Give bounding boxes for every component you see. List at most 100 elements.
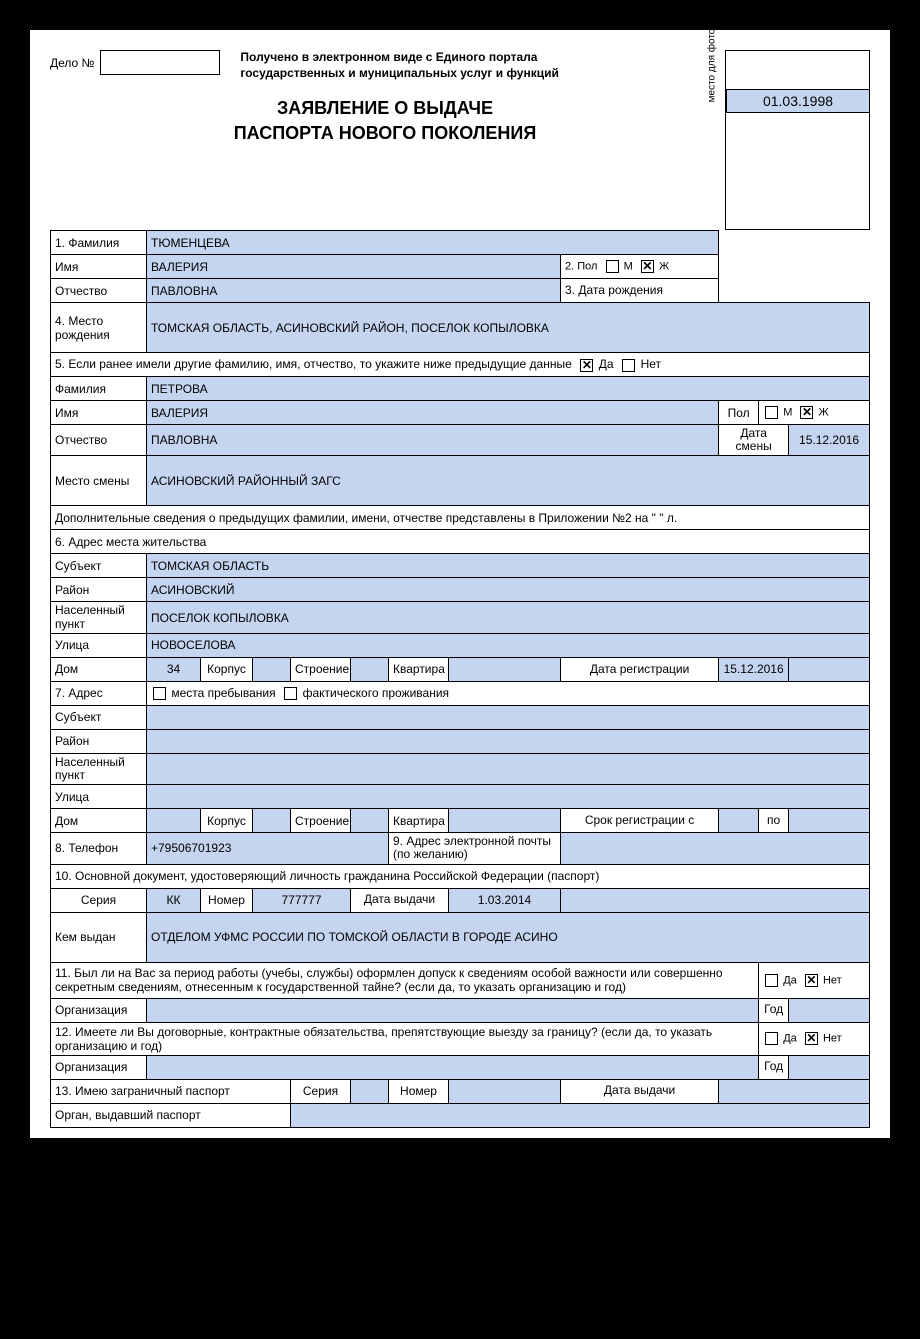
field-name[interactable]: ВАЛЕРИЯ: [147, 255, 561, 279]
label-change-place: Место смены: [51, 456, 147, 506]
field-date13[interactable]: [719, 1079, 870, 1103]
section-7-options: места пребывания фактического проживания: [147, 681, 870, 705]
field-street2[interactable]: [147, 785, 870, 809]
field-korpus[interactable]: [253, 657, 291, 681]
field-surname[interactable]: ТЮМЕНЦЕВА: [147, 231, 719, 255]
label-surname: 1. Фамилия: [51, 231, 147, 255]
checkbox-prev-yes[interactable]: [580, 359, 593, 372]
label-prev-name: Имя: [51, 401, 147, 425]
field-prev-patronymic[interactable]: ПАВЛОВНА: [147, 425, 719, 456]
section-13-header: 13. Имею заграничный паспорт: [51, 1079, 291, 1103]
field-stroenie2[interactable]: [351, 809, 389, 833]
field-house[interactable]: 34: [147, 657, 201, 681]
field-seria13[interactable]: [351, 1079, 389, 1103]
checkbox-sex-f[interactable]: [641, 260, 654, 273]
field-birthplace[interactable]: ТОМСКАЯ ОБЛАСТЬ, АСИНОВСКИЙ РАЙОН, ПОСЕЛ…: [147, 303, 870, 353]
label-email: 9. Адрес электронной почты (по желанию): [389, 833, 561, 864]
field-phone[interactable]: +79506701923: [147, 833, 389, 864]
field-change-place[interactable]: АСИНОВСКИЙ РАЙОННЫЙ ЗАГС: [147, 456, 870, 506]
checkbox-12-yes[interactable]: [765, 1032, 778, 1045]
label-seria: Серия: [51, 888, 147, 912]
field-year12[interactable]: [789, 1055, 870, 1079]
field-reg-date-extra[interactable]: [789, 657, 870, 681]
field-subject[interactable]: ТОМСКАЯ ОБЛАСТЬ: [147, 554, 870, 578]
field-locality[interactable]: ПОСЕЛОК КОПЫЛОВКА: [147, 602, 870, 633]
field-dob[interactable]: 01.03.1998: [726, 89, 870, 113]
field-reg-date[interactable]: 15.12.2016: [719, 657, 789, 681]
field-issue-extra[interactable]: [561, 888, 870, 912]
field-locality2[interactable]: [147, 753, 870, 784]
section-11-header: 11. Был ли на Вас за период работы (учеб…: [51, 962, 759, 998]
label-change-date: Дата смены: [719, 425, 789, 456]
field-rayon[interactable]: АСИНОВСКИЙ: [147, 578, 870, 602]
section-10-header: 10. Основной документ, удостоверяющий ли…: [51, 864, 870, 888]
form-table: 1. Фамилия ТЮМЕНЦЕВА Имя ВАЛЕРИЯ 2. Пол …: [50, 230, 870, 1128]
field-issuer[interactable]: ОТДЕЛОМ УФМС РОССИИ ПО ТОМСКОЙ ОБЛАСТИ В…: [147, 912, 870, 962]
field-house2[interactable]: [147, 809, 201, 833]
label-reg-period: Срок регистрации с: [561, 809, 719, 833]
checkbox-stay-addr[interactable]: [153, 687, 166, 700]
checkbox-actual-addr[interactable]: [284, 687, 297, 700]
checkbox-prev-f[interactable]: [800, 406, 813, 419]
label-stroenie: Строение: [291, 657, 351, 681]
label-locality2: Населенный пункт: [51, 753, 147, 784]
field-reg-from[interactable]: [719, 809, 759, 833]
checkbox-11-yes[interactable]: [765, 974, 778, 987]
label-reg-date: Дата регистрации: [561, 657, 719, 681]
label-dob: 3. Дата рождения: [561, 279, 719, 303]
case-number-field[interactable]: [100, 50, 220, 75]
field-subject2[interactable]: [147, 705, 870, 729]
label-street2: Улица: [51, 785, 147, 809]
label-patronymic: Отчество: [51, 279, 147, 303]
label-prev-sex: Пол: [719, 401, 759, 425]
field-prev-sex: М Ж: [759, 401, 870, 425]
section-5-header: 5. Если ранее имели другие фамилию, имя,…: [51, 353, 870, 377]
checkbox-prev-no[interactable]: [622, 359, 635, 372]
case-number-label: Дело №: [50, 56, 94, 70]
field-seria[interactable]: КК: [147, 888, 201, 912]
field-nomer13[interactable]: [449, 1079, 561, 1103]
field-kvartira2[interactable]: [449, 809, 561, 833]
field-issuing-body[interactable]: [291, 1103, 870, 1127]
label-rayon2: Район: [51, 729, 147, 753]
label-kvartira2: Квартира: [389, 809, 449, 833]
checkbox-sex-m[interactable]: [606, 260, 619, 273]
field-reg-to[interactable]: [789, 809, 870, 833]
field-year11[interactable]: [789, 998, 870, 1022]
section-7-label: 7. Адрес: [51, 681, 147, 705]
field-rayon2[interactable]: [147, 729, 870, 753]
field-nomer[interactable]: 777777: [253, 888, 351, 912]
label-prev-surname: Фамилия: [51, 377, 147, 401]
field-email[interactable]: [561, 833, 870, 864]
label-house2: Дом: [51, 809, 147, 833]
section-11-yesno: Да Нет: [759, 962, 870, 998]
field-stroenie[interactable]: [351, 657, 389, 681]
field-org12[interactable]: [147, 1055, 759, 1079]
field-korpus2[interactable]: [253, 809, 291, 833]
field-change-date[interactable]: 15.12.2016: [789, 425, 870, 456]
field-street[interactable]: НОВОСЕЛОВА: [147, 633, 870, 657]
label-po: по: [759, 809, 789, 833]
checkbox-11-no[interactable]: [805, 974, 818, 987]
label-seria13: Серия: [291, 1079, 351, 1103]
field-prev-name[interactable]: ВАЛЕРИЯ: [147, 401, 719, 425]
label-kvartira: Квартира: [389, 657, 449, 681]
field-org11[interactable]: [147, 998, 759, 1022]
field-prev-surname[interactable]: ПЕТРОВА: [147, 377, 870, 401]
passport-application-form: место для фотографии Дело № Получено в э…: [30, 30, 890, 1138]
label-birthplace: 4. Место рождения: [51, 303, 147, 353]
label-subject2: Субъект: [51, 705, 147, 729]
label-korpus2: Корпус: [201, 809, 253, 833]
field-issue-date[interactable]: 1.03.2014: [449, 888, 561, 912]
field-kvartira[interactable]: [449, 657, 561, 681]
photo-placeholder: место для фотографии: [725, 50, 870, 230]
field-patronymic[interactable]: ПАВЛОВНА: [147, 279, 561, 303]
label-org12: Организация: [51, 1055, 147, 1079]
checkbox-12-no[interactable]: [805, 1032, 818, 1045]
label-rayon: Район: [51, 578, 147, 602]
checkbox-prev-m[interactable]: [765, 406, 778, 419]
section-6-header: 6. Адрес места жительства: [51, 530, 870, 554]
label-name: Имя: [51, 255, 147, 279]
label-prev-patronymic: Отчество: [51, 425, 147, 456]
label-issue-date: Дата выдачи: [351, 888, 449, 912]
